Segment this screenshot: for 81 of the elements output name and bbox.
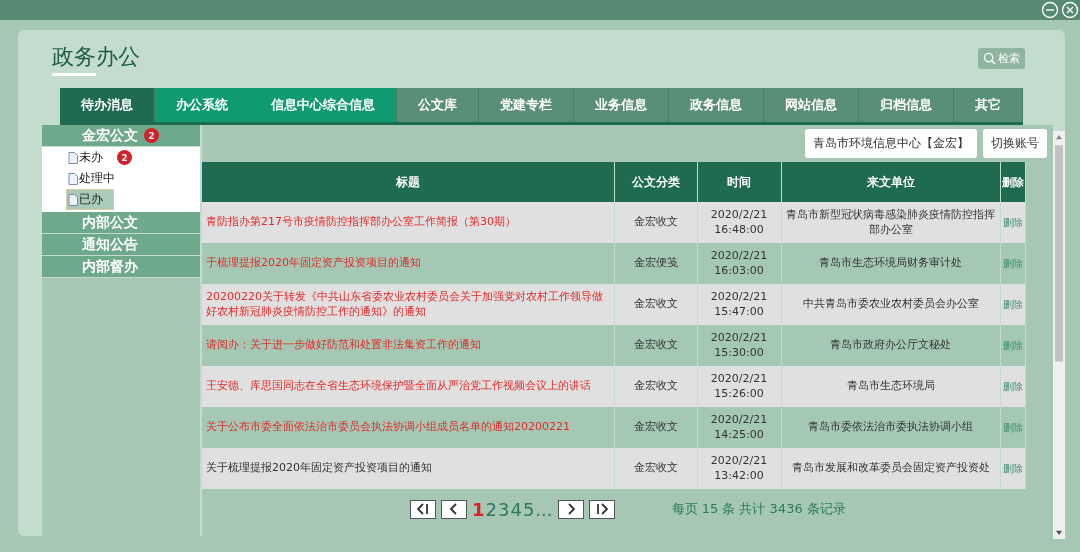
search-button[interactable]: 检索 [978,48,1025,69]
account-button[interactable]: 青岛市环境信息中心【金宏】 [805,129,977,158]
last-page-button[interactable] [588,499,615,519]
table-cell: 金宏收文 [614,366,697,407]
column-header: 标题 [202,162,614,202]
close-icon[interactable] [1061,1,1079,19]
count-badge: 2 [144,128,159,143]
title-link[interactable]: 请阅办：关于进一步做好防范和处置非法集资工作的通知 [202,325,614,366]
table-cell: 金宏收文 [614,284,697,325]
time-cell: 2020/2/21 14:25:00 [697,407,781,448]
tab[interactable]: 其它 [954,88,1023,122]
table-cell: 青岛市新型冠状病毒感染肺炎疫情防控指挥部办公室 [781,202,1000,243]
column-header: 来文单位 [781,162,1000,202]
tab[interactable]: 办公系统 [155,88,250,122]
title-link[interactable]: 青防指办第217号市疫情防控指挥部办公室工作简报（第30期） [202,202,614,243]
delete-link[interactable]: 删除 [1000,243,1026,284]
table-cell: 金宏收文 [614,407,697,448]
search-icon [983,52,996,65]
time-cell: 2020/2/21 15:26:00 [697,366,781,407]
table-cell: 青岛市生态环境局 [781,366,1000,407]
delete-link[interactable]: 删除 [1000,407,1026,448]
title-link[interactable]: 关于梳理提报2020年固定资产投资项目的通知 [202,448,614,489]
delete-link[interactable]: 删除 [1000,366,1026,407]
time-cell: 2020/2/21 15:47:00 [697,284,781,325]
title-link[interactable]: 20200220关于转发《中共山东省委农业农村委员会关于加强党对农村工作领导做好农村新冠肺炎疫情防控工作的通知》的通知 [202,284,614,325]
table-cell: 青岛市政府办公厅文秘处 [781,325,1000,366]
tree-item[interactable]: 处理中 [66,168,126,189]
tab[interactable]: 党建专栏 [479,88,574,122]
time-cell: 2020/2/21 15:30:00 [697,325,781,366]
time-cell: 2020/2/21 16:48:00 [697,202,781,243]
document-icon [68,193,78,206]
column-header: 公文分类 [614,162,697,202]
delete-link[interactable]: 删除 [1000,284,1026,325]
tab[interactable]: 信息中心综合信息 [250,88,397,122]
sidebar-group[interactable]: 通知公告 [42,234,200,256]
tab[interactable]: 公文库 [397,88,479,122]
table-cell: 金宏收文 [614,325,697,366]
table-cell: 中共青岛市委农业农村委员会办公室 [781,284,1000,325]
time-cell: 2020/2/21 13:42:00 [697,448,781,489]
tab[interactable]: 归档信息 [859,88,954,122]
tab[interactable]: 业务信息 [574,88,669,122]
minimize-icon[interactable] [1041,1,1059,19]
scrollbar[interactable] [1053,131,1065,539]
document-icon [68,151,78,164]
record-count: 每页 15 条 共计 3436 条记录 [671,500,846,518]
column-header: 时间 [697,162,781,202]
title-link[interactable]: 关于公布市委全面依法治市委员会执法协调小组成员名单的通知20200221 [202,407,614,448]
page-link[interactable]: 3 [498,498,510,520]
count-badge: 2 [117,150,132,165]
table-cell: 青岛市委依法治市委执法协调小组 [781,407,1000,448]
table-cell: 金宏便笺 [614,243,697,284]
tab[interactable]: 网站信息 [764,88,859,122]
page-link[interactable]: 5 [522,498,535,520]
table-cell: 金宏收文 [614,448,697,489]
page-link[interactable]: 4 [510,498,522,520]
first-page-icon [415,502,431,516]
column-header: 删除 [1000,162,1026,202]
tab[interactable]: 待办消息 [60,88,155,122]
delete-link[interactable]: 删除 [1000,448,1026,489]
delete-link[interactable]: 删除 [1000,202,1026,243]
next-page-button[interactable] [557,499,584,519]
page-ellipsis: ... [535,498,553,520]
table-cell: 青岛市发展和改革委员会固定资产投资处 [781,448,1000,489]
previous-page-button[interactable] [441,499,467,519]
table-cell: 青岛市生态环境局财务审计处 [781,243,1000,284]
title-link[interactable]: 于梳理提报2020年固定资产投资项目的通知 [202,243,614,284]
document-icon [68,172,78,185]
tree-item[interactable]: 未办 [66,147,114,168]
tab[interactable]: 政务信息 [669,88,764,122]
switch-account-button[interactable]: 切换账号 [983,129,1047,158]
first-page-button[interactable] [410,499,436,519]
time-cell: 2020/2/21 16:03:00 [697,243,781,284]
sidebar-group[interactable]: 内部公文 [42,212,200,234]
sidebar-group[interactable]: 内部督办 [42,256,200,278]
title-link[interactable]: 王安德、库思国同志在全省生态环境保护暨全面从严治党工作视频会议上的讲话 [202,366,614,407]
table-cell: 金宏收文 [614,202,697,243]
page-link[interactable]: 1 [472,498,485,520]
tree-item[interactable]: 已办 [66,189,114,210]
sidebar-group[interactable]: 金宏公文 2 [42,125,200,147]
page-link[interactable]: 2 [485,498,497,520]
delete-link[interactable]: 删除 [1000,325,1026,366]
